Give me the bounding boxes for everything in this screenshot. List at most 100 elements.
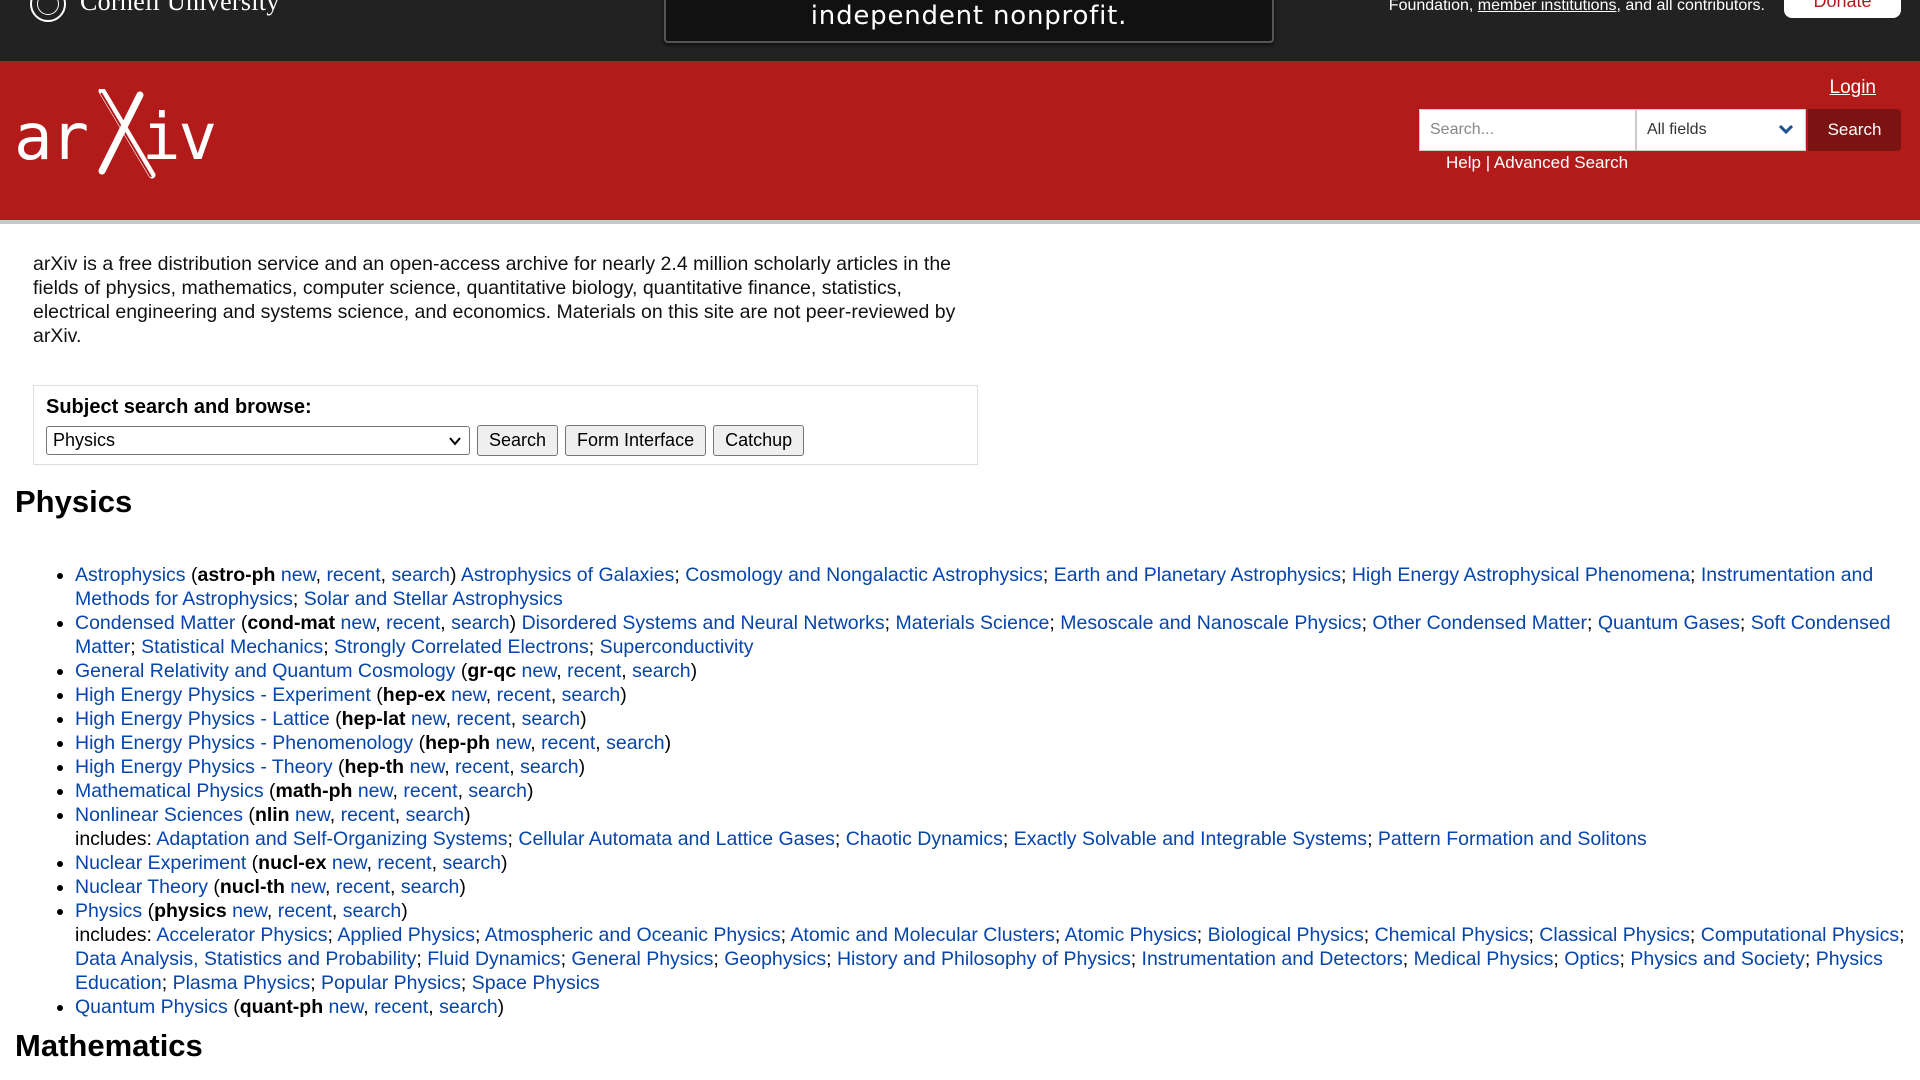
advanced-search-link[interactable]: Advanced Search	[1494, 153, 1628, 172]
recent-link[interactable]: recent	[336, 876, 390, 898]
subcategory-link[interactable]: Disordered Systems and Neural Networks	[522, 612, 885, 634]
search-link[interactable]: search	[442, 852, 501, 874]
archive-link[interactable]: Nuclear Experiment	[75, 852, 246, 874]
archive-link[interactable]: Quantum Physics	[75, 996, 228, 1018]
subcategory-link[interactable]: Atomic Physics	[1065, 924, 1197, 946]
search-link[interactable]: search	[606, 732, 665, 754]
new-link[interactable]: new	[496, 732, 531, 754]
subcategory-link[interactable]: Cellular Automata and Lattice Gases	[518, 828, 835, 850]
search-link[interactable]: search	[406, 804, 465, 826]
subcategory-link[interactable]: Exactly Solvable and Integrable Systems	[1014, 828, 1367, 850]
new-link[interactable]: new	[232, 900, 267, 922]
recent-link[interactable]: recent	[455, 756, 509, 778]
recent-link[interactable]: recent	[567, 660, 621, 682]
search-link[interactable]: search	[520, 756, 579, 778]
search-link[interactable]: search	[522, 708, 581, 730]
new-link[interactable]: new	[411, 708, 446, 730]
subcategory-link[interactable]: Materials Science	[895, 612, 1049, 634]
subcategory-link[interactable]: Chaotic Dynamics	[846, 828, 1003, 850]
recent-link[interactable]: recent	[374, 996, 428, 1018]
search-field-select[interactable]: All fields	[1636, 109, 1806, 151]
recent-link[interactable]: recent	[386, 612, 440, 634]
subject-select[interactable]: Physics	[46, 426, 470, 455]
subject-search-button[interactable]: Search	[477, 425, 559, 456]
recent-link[interactable]: recent	[278, 900, 332, 922]
subcategory-link[interactable]: Cosmology and Nongalactic Astrophysics	[685, 564, 1043, 586]
new-link[interactable]: new	[451, 684, 486, 706]
search-link[interactable]: search	[632, 660, 691, 682]
subcategory-link[interactable]: Optics	[1564, 948, 1619, 970]
subcategory-link[interactable]: Instrumentation and Detectors	[1142, 948, 1403, 970]
header-search-button[interactable]: Search	[1808, 109, 1901, 151]
new-link[interactable]: new	[341, 612, 376, 634]
subcategory-link[interactable]: General Physics	[571, 948, 713, 970]
recent-link[interactable]: recent	[457, 708, 511, 730]
subcategory-link[interactable]: Plasma Physics	[173, 972, 311, 994]
search-link[interactable]: search	[439, 996, 498, 1018]
catchup-button[interactable]: Catchup	[713, 425, 805, 456]
archive-link[interactable]: High Energy Physics - Theory	[75, 756, 333, 778]
subcategory-link[interactable]: Biological Physics	[1208, 924, 1364, 946]
archive-link[interactable]: Mathematical Physics	[75, 780, 264, 802]
search-link[interactable]: search	[562, 684, 621, 706]
subcategory-link[interactable]: High Energy Astrophysical Phenomena	[1352, 564, 1690, 586]
subcategory-link[interactable]: Space Physics	[472, 972, 600, 994]
new-link[interactable]: new	[358, 780, 393, 802]
cornell-logo[interactable]: Cornell University	[30, 0, 280, 22]
subcategory-link[interactable]: Atomic and Molecular Clusters	[790, 924, 1054, 946]
form-interface-button[interactable]: Form Interface	[565, 425, 707, 456]
subcategory-link[interactable]: Pattern Formation and Solitons	[1378, 828, 1647, 850]
subcategory-link[interactable]: Superconductivity	[600, 636, 754, 658]
subcategory-link[interactable]: Chemical Physics	[1375, 924, 1529, 946]
new-link[interactable]: new	[410, 756, 445, 778]
subcategory-link[interactable]: Statistical Mechanics	[141, 636, 323, 658]
archive-link[interactable]: High Energy Physics - Lattice	[75, 708, 330, 730]
recent-link[interactable]: recent	[326, 564, 380, 586]
recent-link[interactable]: recent	[377, 852, 431, 874]
subcategory-link[interactable]: Accelerator Physics	[156, 924, 327, 946]
new-link[interactable]: new	[329, 996, 364, 1018]
new-link[interactable]: new	[522, 660, 557, 682]
subcategory-link[interactable]: Geophysics	[724, 948, 826, 970]
subcategory-link[interactable]: Medical Physics	[1414, 948, 1554, 970]
archive-link[interactable]: Nonlinear Sciences	[75, 804, 243, 826]
subcategory-link[interactable]: Physics and Society	[1630, 948, 1805, 970]
member-institutions-link[interactable]: member institutions	[1478, 0, 1617, 14]
subcategory-link[interactable]: Mesoscale and Nanoscale Physics	[1060, 612, 1361, 634]
search-link[interactable]: search	[343, 900, 402, 922]
archive-link[interactable]: Astrophysics	[75, 564, 186, 586]
search-link[interactable]: search	[451, 612, 510, 634]
new-link[interactable]: new	[295, 804, 330, 826]
archive-link[interactable]: High Energy Physics - Phenomenology	[75, 732, 413, 754]
recent-link[interactable]: recent	[497, 684, 551, 706]
subcategory-link[interactable]: Fluid Dynamics	[427, 948, 560, 970]
archive-link[interactable]: Nuclear Theory	[75, 876, 208, 898]
subcategory-link[interactable]: Strongly Correlated Electrons	[334, 636, 589, 658]
subcategory-link[interactable]: Classical Physics	[1539, 924, 1690, 946]
subcategory-link[interactable]: History and Philosophy of Physics	[837, 948, 1131, 970]
search-link[interactable]: search	[468, 780, 527, 802]
login-link[interactable]: Login	[1830, 77, 1877, 99]
donate-button[interactable]: Donate	[1784, 0, 1901, 18]
new-link[interactable]: new	[281, 564, 316, 586]
subcategory-link[interactable]: Computational Physics	[1701, 924, 1899, 946]
subcategory-link[interactable]: Other Condensed Matter	[1372, 612, 1587, 634]
subcategory-link[interactable]: Atmospheric and Oceanic Physics	[485, 924, 781, 946]
archive-link[interactable]: High Energy Physics - Experiment	[75, 684, 371, 706]
subcategory-link[interactable]: Solar and Stellar Astrophysics	[304, 588, 563, 610]
subcategory-link[interactable]: Adaptation and Self-Organizing Systems	[156, 828, 507, 850]
recent-link[interactable]: recent	[541, 732, 595, 754]
subcategory-link[interactable]: Earth and Planetary Astrophysics	[1054, 564, 1341, 586]
archive-link[interactable]: General Relativity and Quantum Cosmology	[75, 660, 455, 682]
archive-link[interactable]: Physics	[75, 900, 142, 922]
recent-link[interactable]: recent	[403, 780, 457, 802]
arxiv-logo[interactable]: ar iv	[14, 89, 219, 185]
subcategory-link[interactable]: Applied Physics	[337, 924, 475, 946]
search-link[interactable]: search	[391, 564, 450, 586]
search-input[interactable]	[1419, 109, 1636, 151]
subcategory-link[interactable]: Astrophysics of Galaxies	[461, 564, 675, 586]
new-link[interactable]: new	[332, 852, 367, 874]
subcategory-link[interactable]: Quantum Gases	[1598, 612, 1740, 634]
new-link[interactable]: new	[290, 876, 325, 898]
subcategory-link[interactable]: Popular Physics	[321, 972, 461, 994]
